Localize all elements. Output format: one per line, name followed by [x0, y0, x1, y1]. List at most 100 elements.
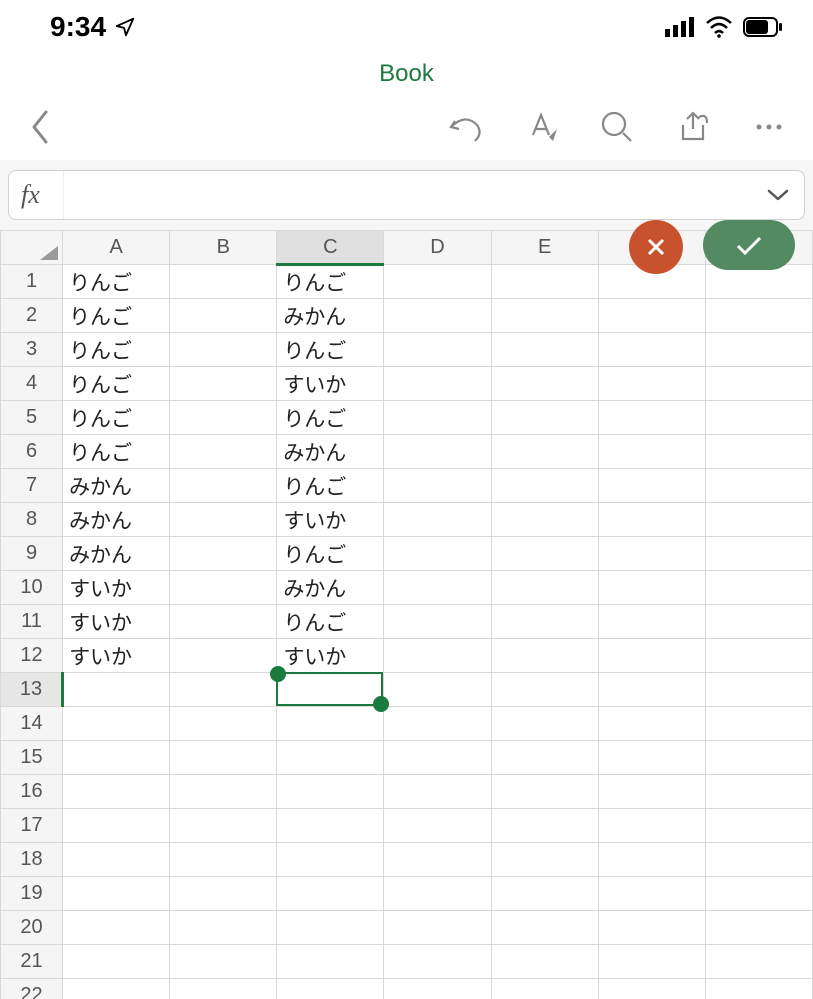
confirm-button[interactable]	[703, 220, 795, 270]
select-all-corner[interactable]	[1, 231, 63, 265]
row-header[interactable]: 7	[1, 469, 63, 503]
cell[interactable]: りんご	[63, 401, 170, 435]
row-header[interactable]: 17	[1, 809, 63, 843]
cell[interactable]	[705, 741, 812, 775]
cell[interactable]	[63, 877, 170, 911]
cell[interactable]	[705, 673, 812, 707]
row-header[interactable]: 9	[1, 537, 63, 571]
cell[interactable]: すいか	[63, 605, 170, 639]
cell[interactable]	[63, 741, 170, 775]
cell[interactable]: すいか	[277, 503, 384, 537]
cell[interactable]	[598, 605, 705, 639]
cell[interactable]	[384, 503, 491, 537]
cell[interactable]	[384, 571, 491, 605]
cell[interactable]	[491, 639, 598, 673]
cell[interactable]	[170, 775, 277, 809]
cell[interactable]	[170, 265, 277, 299]
cell[interactable]	[63, 843, 170, 877]
cell[interactable]	[384, 775, 491, 809]
column-header[interactable]: A	[63, 231, 170, 265]
cell[interactable]	[491, 401, 598, 435]
cell[interactable]	[277, 843, 384, 877]
cell[interactable]: りんご	[277, 537, 384, 571]
cell[interactable]: みかん	[277, 299, 384, 333]
cell[interactable]	[598, 775, 705, 809]
row-header[interactable]: 14	[1, 707, 63, 741]
cell[interactable]	[384, 265, 491, 299]
cell[interactable]	[491, 571, 598, 605]
cell[interactable]: りんご	[63, 367, 170, 401]
cell[interactable]	[598, 435, 705, 469]
cell[interactable]	[598, 639, 705, 673]
cell[interactable]	[170, 639, 277, 673]
cell[interactable]	[384, 673, 491, 707]
cell[interactable]	[598, 911, 705, 945]
cell[interactable]	[705, 979, 812, 999]
cell[interactable]: りんご	[63, 333, 170, 367]
cell[interactable]: りんご	[63, 299, 170, 333]
cell[interactable]	[491, 945, 598, 979]
cell[interactable]	[598, 707, 705, 741]
row-header[interactable]: 16	[1, 775, 63, 809]
cell[interactable]	[170, 809, 277, 843]
cell[interactable]	[491, 469, 598, 503]
row-header[interactable]: 15	[1, 741, 63, 775]
row-header[interactable]: 3	[1, 333, 63, 367]
cell[interactable]	[705, 639, 812, 673]
cell[interactable]	[384, 605, 491, 639]
cell[interactable]	[384, 299, 491, 333]
cell[interactable]	[277, 707, 384, 741]
row-header[interactable]: 2	[1, 299, 63, 333]
column-header[interactable]: E	[491, 231, 598, 265]
cell[interactable]	[598, 809, 705, 843]
cell[interactable]: みかん	[63, 537, 170, 571]
cell[interactable]	[170, 877, 277, 911]
cell[interactable]	[170, 741, 277, 775]
cell[interactable]	[63, 945, 170, 979]
cell[interactable]	[63, 707, 170, 741]
selection-handle-tl[interactable]	[270, 666, 286, 682]
cell[interactable]: みかん	[63, 503, 170, 537]
formula-input[interactable]	[63, 171, 752, 219]
cell[interactable]	[170, 707, 277, 741]
cell[interactable]	[170, 367, 277, 401]
row-header[interactable]: 1	[1, 265, 63, 299]
cell[interactable]	[384, 741, 491, 775]
cell[interactable]	[491, 367, 598, 401]
cell[interactable]	[277, 741, 384, 775]
cell[interactable]	[170, 605, 277, 639]
share-button[interactable]	[669, 103, 717, 151]
cell[interactable]	[705, 707, 812, 741]
row-header[interactable]: 8	[1, 503, 63, 537]
cell[interactable]	[705, 435, 812, 469]
cell[interactable]	[384, 809, 491, 843]
cell[interactable]	[384, 877, 491, 911]
cell[interactable]	[170, 911, 277, 945]
cell[interactable]	[170, 673, 277, 707]
cell[interactable]	[705, 775, 812, 809]
spreadsheet-grid[interactable]: ABCDEFG1りんごりんご2りんごみかん3りんごりんご4りんごすいか5りんごり…	[0, 230, 813, 999]
row-header[interactable]: 4	[1, 367, 63, 401]
cell[interactable]: すいか	[277, 367, 384, 401]
row-header[interactable]: 10	[1, 571, 63, 605]
cell[interactable]	[277, 673, 384, 707]
cell[interactable]	[170, 571, 277, 605]
cell[interactable]	[170, 469, 277, 503]
cell[interactable]	[705, 333, 812, 367]
row-header[interactable]: 5	[1, 401, 63, 435]
cell[interactable]	[277, 775, 384, 809]
formula-expand-button[interactable]	[764, 181, 792, 209]
cell[interactable]	[491, 673, 598, 707]
cell[interactable]	[384, 367, 491, 401]
cell[interactable]	[491, 809, 598, 843]
cell[interactable]	[277, 979, 384, 999]
cell[interactable]	[705, 843, 812, 877]
cell[interactable]	[384, 333, 491, 367]
cell[interactable]	[705, 367, 812, 401]
font-color-button[interactable]	[517, 103, 565, 151]
cell[interactable]	[598, 741, 705, 775]
cell[interactable]	[491, 707, 598, 741]
selection-handle-br[interactable]	[373, 696, 389, 712]
cell[interactable]	[491, 333, 598, 367]
cell[interactable]	[705, 503, 812, 537]
